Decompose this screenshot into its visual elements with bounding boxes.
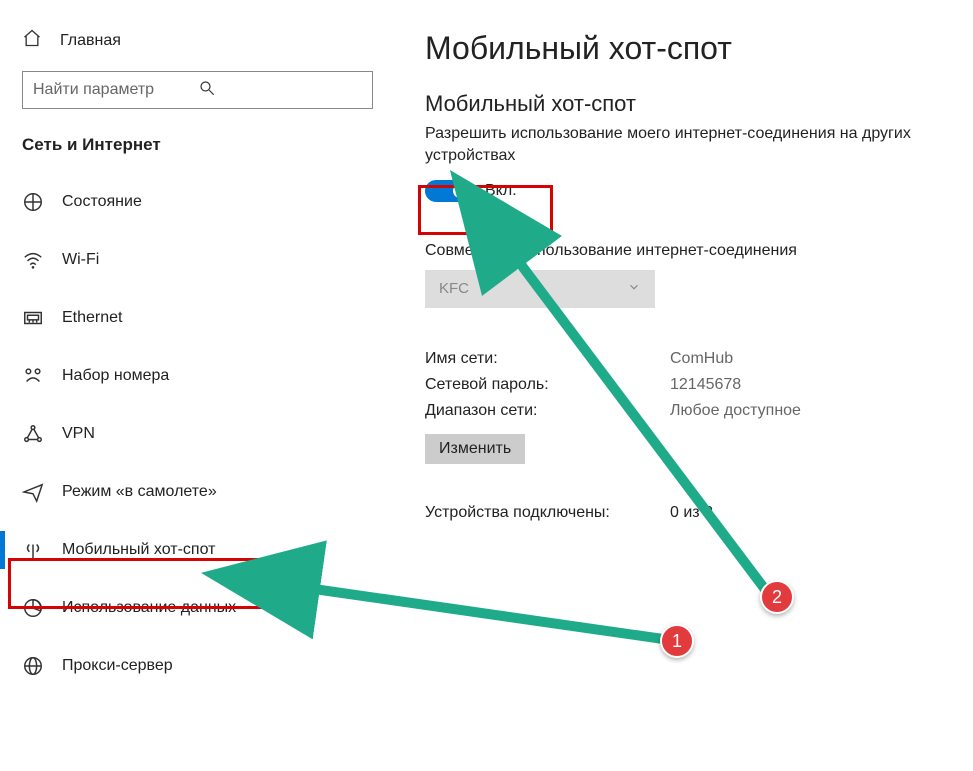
search-icon bbox=[198, 79, 363, 102]
nav-list: Состояние Wi-Fi Ethernet Набор номера bbox=[0, 173, 395, 695]
page-title: Мобильный хот-спот bbox=[425, 30, 943, 67]
network-name-value: ComHub bbox=[670, 350, 733, 368]
nav-item-hotspot[interactable]: Мобильный хот-спот bbox=[0, 521, 395, 579]
nav-label: Мобильный хот-спот bbox=[62, 541, 215, 559]
section-subtitle: Мобильный хот-спот bbox=[425, 91, 943, 117]
nav-label: Состояние bbox=[62, 193, 142, 211]
data-usage-icon bbox=[22, 597, 44, 619]
hotspot-toggle-label: Вкл. bbox=[485, 182, 517, 200]
globe-icon bbox=[22, 655, 44, 677]
nav-item-vpn[interactable]: VPN bbox=[0, 405, 395, 463]
home-link[interactable]: Главная bbox=[0, 20, 395, 71]
share-connection-dropdown[interactable]: KFC bbox=[425, 270, 655, 308]
hotspot-toggle[interactable] bbox=[425, 180, 471, 202]
nav-item-wifi[interactable]: Wi-Fi bbox=[0, 231, 395, 289]
nav-label: VPN bbox=[62, 425, 95, 443]
nav-label: Набор номера bbox=[62, 367, 169, 385]
share-connection-label: Совместное использование интернет-соедин… bbox=[425, 242, 943, 260]
devices-label: Устройства подключены: bbox=[425, 504, 670, 522]
network-password-value: 12145678 bbox=[670, 376, 741, 394]
dropdown-value: KFC bbox=[439, 280, 469, 297]
network-name-label: Имя сети: bbox=[425, 350, 670, 368]
nav-item-ethernet[interactable]: Ethernet bbox=[0, 289, 395, 347]
network-password-label: Сетевой пароль: bbox=[425, 376, 670, 394]
nav-item-airplane[interactable]: Режим «в самолете» bbox=[0, 463, 395, 521]
nav-label: Использование данных bbox=[62, 599, 236, 617]
search-placeholder: Найти параметр bbox=[33, 81, 198, 99]
category-header: Сеть и Интернет bbox=[0, 135, 395, 173]
nav-item-data-usage[interactable]: Использование данных bbox=[0, 579, 395, 637]
ethernet-icon bbox=[22, 307, 44, 329]
nav-item-dialup[interactable]: Набор номера bbox=[0, 347, 395, 405]
section-description: Разрешить использование моего интернет-с… bbox=[425, 123, 943, 168]
nav-label: Ethernet bbox=[62, 309, 122, 327]
wifi-icon bbox=[22, 249, 44, 271]
home-icon bbox=[22, 28, 42, 53]
home-label: Главная bbox=[60, 32, 121, 50]
devices-value: 0 из 8 bbox=[670, 504, 713, 522]
nav-item-status[interactable]: Состояние bbox=[0, 173, 395, 231]
nav-label: Режим «в самолете» bbox=[62, 483, 217, 501]
hotspot-icon bbox=[22, 539, 44, 561]
nav-label: Wi-Fi bbox=[62, 251, 99, 269]
nav-label: Прокси-сервер bbox=[62, 657, 173, 675]
change-button[interactable]: Изменить bbox=[425, 434, 525, 464]
network-band-label: Диапазон сети: bbox=[425, 402, 670, 420]
nav-item-proxy[interactable]: Прокси-сервер bbox=[0, 637, 395, 695]
airplane-icon bbox=[22, 481, 44, 503]
search-input[interactable]: Найти параметр bbox=[22, 71, 373, 109]
globe-grid-icon bbox=[22, 191, 44, 213]
chevron-down-icon bbox=[627, 280, 641, 298]
vpn-icon bbox=[22, 423, 44, 445]
dialup-icon bbox=[22, 365, 44, 387]
network-band-value: Любое доступное bbox=[670, 402, 801, 420]
